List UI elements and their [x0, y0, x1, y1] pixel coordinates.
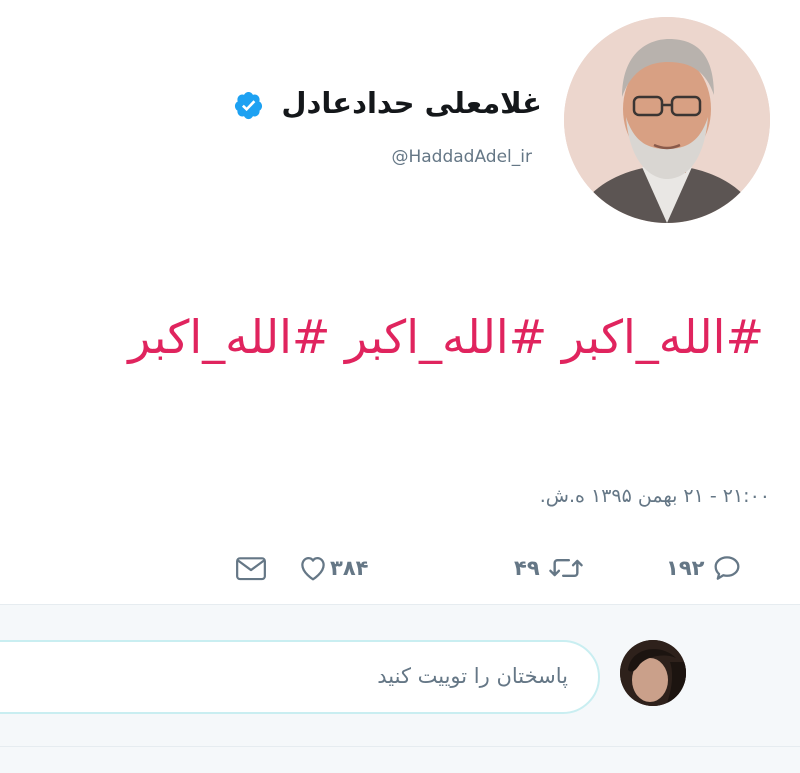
tweet-timestamp[interactable]: ۲۱:۰۰ - ۲۱ بهمن ۱۳۹۵ ه.ش. — [540, 485, 770, 507]
current-user-avatar[interactable] — [620, 640, 686, 706]
heart-icon — [301, 556, 325, 581]
divider — [0, 746, 800, 747]
like-count: ۳۸۴ — [330, 556, 369, 580]
reply-input[interactable]: پاسختان را توییت کنید — [0, 640, 600, 714]
tweet-text[interactable]: #الله_اکبر #الله_اکبر #الله_اکبر — [128, 310, 764, 364]
like-button[interactable]: ۳۸۴ — [296, 546, 374, 590]
direct-message-button[interactable] — [233, 546, 269, 590]
user-handle[interactable]: @HaddadAdel_ir — [391, 147, 532, 167]
reply-placeholder: پاسختان را توییت کنید — [377, 664, 568, 688]
display-name[interactable]: غلامعلی حدادعادل — [281, 86, 542, 120]
retweet-button[interactable]: ۴۹ — [508, 546, 586, 590]
reply-button[interactable]: ۱۹۲ — [660, 546, 744, 590]
profile-avatar[interactable] — [564, 17, 770, 223]
envelope-icon — [236, 557, 266, 581]
retweet-count: ۴۹ — [514, 556, 540, 580]
retweet-icon — [548, 559, 583, 577]
verified-badge-icon — [234, 91, 263, 120]
tweet-actions: ۱۹۲ ۴۹ ۳۸۴ — [0, 546, 800, 596]
reply-count: ۱۹۲ — [666, 556, 705, 580]
reply-icon — [714, 556, 740, 580]
tweet-card: غلامعلی حدادعادل @HaddadAdel_ir #الله_اک… — [0, 0, 800, 604]
